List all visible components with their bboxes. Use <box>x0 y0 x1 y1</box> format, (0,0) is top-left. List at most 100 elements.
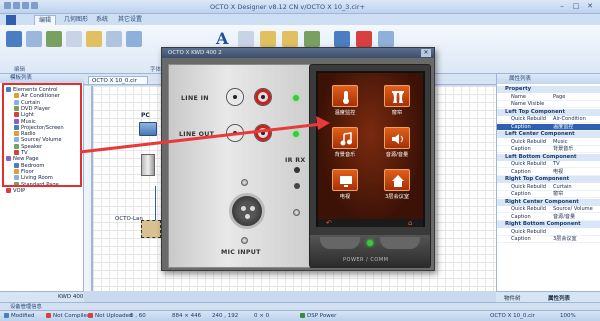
property-row[interactable]: Name Page <box>497 94 600 101</box>
status-bar: Modified Not Compiled Not Uploaded 0 , 6… <box>0 310 600 321</box>
property-value[interactable]: 3层会议室 <box>553 236 577 243</box>
device-window-title-text: OCTO X KWD 400 2 <box>168 50 222 56</box>
cut-icon[interactable] <box>86 31 102 47</box>
property-key: Quick Rebuild <box>511 116 546 122</box>
close-button[interactable]: ✕ <box>584 2 596 11</box>
pc-icon[interactable] <box>139 122 157 136</box>
line-out-led <box>293 131 299 137</box>
property-value[interactable]: Music <box>553 139 568 146</box>
tool-icon[interactable] <box>378 31 394 47</box>
line-icon[interactable] <box>304 31 320 47</box>
tv-icon <box>340 176 352 187</box>
tab-object-tree[interactable]: 物件树 <box>504 294 521 302</box>
home-icon[interactable]: ⌂ <box>408 219 412 227</box>
property-row[interactable]: Quick Rebuild Source/ Volume <box>497 206 600 213</box>
tab-system[interactable]: 系统 <box>92 15 112 25</box>
tab-property-list[interactable]: 属性列表 <box>548 294 570 302</box>
selected-device[interactable] <box>141 220 161 238</box>
tile-curtain[interactable]: 窗帘 <box>380 85 414 121</box>
tile-source-volume[interactable]: 音源/音量 <box>380 127 414 163</box>
property-value[interactable]: Air-Condition <box>553 116 586 123</box>
monitor-icon[interactable] <box>334 31 350 47</box>
tree-item[interactable]: VOIP <box>6 187 25 194</box>
app-menu-button[interactable] <box>6 15 16 25</box>
property-row[interactable]: Quick Rebuild Air-Condition <box>497 116 600 123</box>
property-section-header[interactable]: Left Bottom Component <box>497 153 600 161</box>
status-compiled: Not Compiled <box>46 313 90 319</box>
tile-meeting-room[interactable]: 3层会议室 <box>380 169 414 205</box>
delete-icon[interactable] <box>106 31 122 47</box>
property-row[interactable]: Name Visible <box>497 101 600 108</box>
property-section-header[interactable]: Right Top Component <box>497 176 600 183</box>
property-row[interactable]: Caption 背景音乐 <box>497 146 600 153</box>
property-key: Caption <box>511 123 531 130</box>
property-key: Quick Rebuild <box>511 228 546 235</box>
copy-icon[interactable] <box>66 31 82 47</box>
power-led <box>367 240 373 246</box>
undo-icon[interactable] <box>26 31 42 47</box>
property-value[interactable]: 温度监控 <box>553 124 573 131</box>
ribbon-tabs: 编辑 几何图形 系统 其它设置 <box>0 14 600 25</box>
property-section-header[interactable]: Left Center Component <box>497 131 600 138</box>
property-row[interactable]: Caption 窗帘 <box>497 191 600 198</box>
maximize-button[interactable]: □ <box>570 2 582 11</box>
property-value[interactable]: TV <box>553 161 560 168</box>
property-row[interactable]: Quick Rebuild TV <box>497 161 600 168</box>
text-format-icon[interactable] <box>238 31 254 47</box>
device-label: OCTO-Lan <box>115 216 143 222</box>
property-section-header[interactable]: Left Top Component <box>497 108 600 116</box>
property-value[interactable]: 窗帘 <box>553 191 563 198</box>
property-panel: 属性列表 Property Name Page Name Visible Left To… <box>496 74 600 302</box>
status-modified: Modified <box>4 313 34 319</box>
status-size: 884 × 446 <box>172 313 202 319</box>
property-key: Caption <box>511 146 531 152</box>
document-tab[interactable]: OCTO X 10_0.cir <box>88 76 148 85</box>
tile-music[interactable]: 背景音乐 <box>328 127 362 163</box>
minimize-button[interactable]: – <box>556 2 568 11</box>
property-row[interactable]: Quick Rebuild Music <box>497 139 600 146</box>
device-preview-window[interactable]: OCTO X KWD 400 2 ✕ LINE IN LINE OUT IR R… <box>161 47 435 271</box>
tab-other-settings[interactable]: 其它设置 <box>114 15 146 25</box>
close-icon[interactable]: ✕ <box>421 49 431 57</box>
property-row[interactable]: Caption 温度监控 <box>497 123 600 131</box>
group-label-font: 字体 <box>150 67 162 73</box>
tab-edit[interactable]: 编辑 <box>34 15 57 25</box>
save-icon[interactable] <box>6 31 22 47</box>
quick-access-toolbar[interactable] <box>4 2 44 12</box>
server-icon[interactable] <box>141 154 155 176</box>
property-row[interactable]: Quick Rebuild Curtain <box>497 184 600 191</box>
property-row[interactable]: Caption 音源/音量 <box>497 214 600 221</box>
line-in-right-jack <box>255 89 271 105</box>
tab-geometry[interactable]: 几何图形 <box>60 15 92 25</box>
image-icon[interactable] <box>282 31 298 47</box>
property-value[interactable]: 背景音乐 <box>553 146 573 153</box>
property-row[interactable]: Quick Rebuild <box>497 229 600 236</box>
property-section-header[interactable]: Property <box>497 86 600 93</box>
property-section-header[interactable]: Right Center Component <box>497 198 600 206</box>
property-key: Quick Rebuild <box>511 183 546 190</box>
tab-kwd400[interactable]: KWD 400 <box>58 294 83 300</box>
property-bottom-tabs: 物件树 属性列表 <box>496 291 600 302</box>
property-value[interactable]: 音源/音量 <box>553 214 575 221</box>
right-button[interactable] <box>380 237 420 249</box>
edit-icon[interactable] <box>260 31 276 47</box>
left-button[interactable] <box>320 237 360 249</box>
property-row[interactable]: Caption 电视 <box>497 169 600 176</box>
property-value[interactable]: 电视 <box>553 169 563 176</box>
property-row[interactable]: Caption 3层会议室 <box>497 236 600 243</box>
property-key: Name Visible <box>511 101 545 107</box>
paste-icon[interactable] <box>46 31 62 47</box>
property-section-header[interactable]: Right Bottom Component <box>497 221 600 228</box>
align-icon[interactable] <box>126 31 142 47</box>
screen-nav-bar: ↶ ⌂ <box>318 219 423 227</box>
dsp-icon <box>300 313 305 318</box>
flag-icon[interactable] <box>356 31 372 47</box>
property-value[interactable]: Curtain <box>553 184 572 191</box>
tile-temperature[interactable]: 温度监控 <box>328 85 362 121</box>
font-icon[interactable]: A <box>216 29 228 48</box>
device-back-panel: LINE IN LINE OUT IR RX MIC INPUT <box>168 64 314 268</box>
back-icon[interactable]: ↶ <box>326 219 332 227</box>
tile-tv[interactable]: 电视 <box>328 169 362 205</box>
property-value[interactable]: Source/ Volume <box>553 206 593 213</box>
property-value[interactable]: Page <box>553 94 565 101</box>
